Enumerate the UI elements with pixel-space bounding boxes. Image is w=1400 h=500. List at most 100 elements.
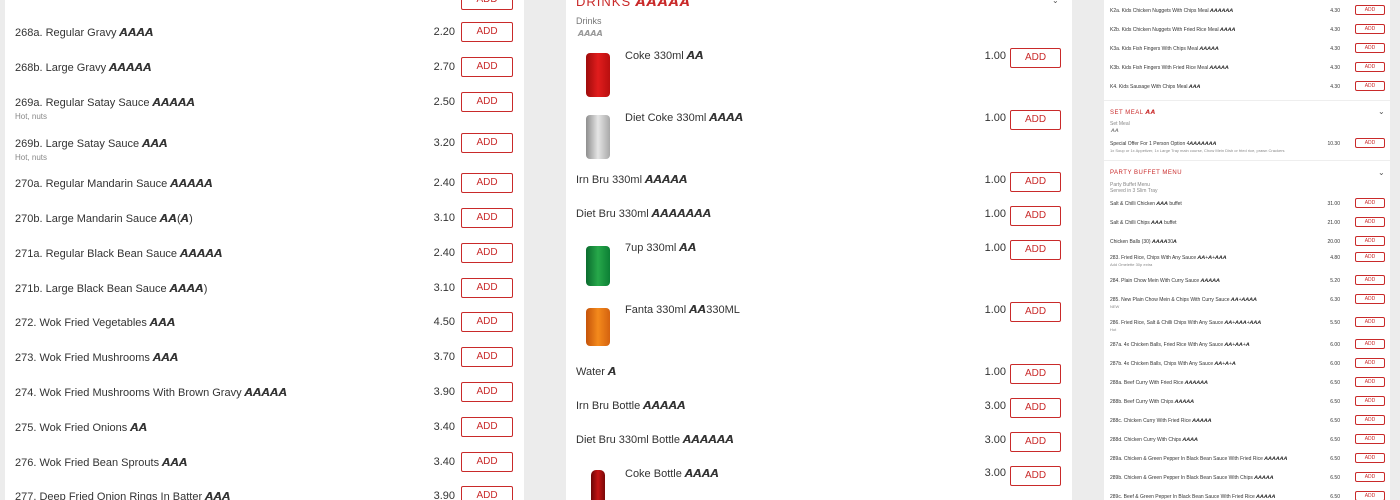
fanta-can-image [586, 308, 610, 346]
add-button[interactable]: ADD [1355, 472, 1385, 482]
add-button[interactable]: ADD [461, 22, 513, 42]
item-price: 3.10 [433, 212, 455, 224]
add-button[interactable]: ADD [1355, 275, 1385, 285]
add-button[interactable]: ADD [1355, 358, 1385, 368]
section-description-alt: 𝘼𝘼 [1111, 128, 1119, 134]
item-price: 6.50 [1330, 475, 1340, 481]
item-price: 10.30 [1327, 141, 1340, 147]
section-title: SET MEAL 𝘼𝘼 [1110, 110, 1156, 116]
add-button[interactable]: ADD [461, 312, 513, 332]
add-button[interactable]: ADD [1355, 491, 1385, 500]
item-name: K2b. Kids Chicken Nuggets With Fried Ric… [1110, 27, 1236, 33]
item-name: K2a. Kids Chicken Nuggets With Chips Mea… [1110, 8, 1234, 14]
section-description-alt: Served in 3 Slim Tray [1110, 188, 1158, 194]
item-price: 3.20 [433, 137, 455, 149]
section-title: DRINKS 𝘼𝘼𝘼𝘼𝘼 [576, 0, 692, 9]
divider [1104, 100, 1390, 101]
item-name: 7up 330ml 𝘼𝘼 [625, 242, 697, 254]
add-button[interactable]: ADD [461, 133, 513, 153]
add-button[interactable]: ADD [1355, 81, 1385, 91]
add-button[interactable]: ADD [1010, 206, 1061, 226]
add-button[interactable]: ADD [461, 452, 513, 472]
add-button[interactable]: ADD [1010, 466, 1061, 486]
add-button[interactable]: ADD [461, 382, 513, 402]
add-button[interactable]: ADD [1355, 396, 1385, 406]
item-price: 6.50 [1330, 494, 1340, 500]
add-button[interactable]: ADD [461, 243, 513, 263]
add-button[interactable]: ADD [1010, 432, 1061, 452]
item-price: 4.30 [1330, 65, 1340, 71]
item-price: 4.30 [1330, 84, 1340, 90]
add-button[interactable]: ADD [1355, 252, 1385, 262]
item-price: 3.00 [984, 434, 1006, 446]
divider [1104, 160, 1390, 161]
menu-panel-kids-setmeal-party: K2a. Kids Chicken Nuggets With Chips Mea… [1104, 0, 1390, 500]
add-button[interactable]: ADD [1010, 364, 1061, 384]
item-price: 6.30 [1330, 297, 1340, 303]
add-button[interactable]: ADD [1010, 398, 1061, 418]
item-name: 268b. Large Gravy 𝘼𝘼𝘼𝘼𝘼 [15, 62, 152, 74]
item-price: 3.10 [433, 282, 455, 294]
add-button[interactable]: ADD [1355, 453, 1385, 463]
add-button[interactable]: ADD [461, 173, 513, 193]
add-button[interactable]: ADD [1355, 339, 1385, 349]
add-button[interactable]: ADD [1010, 240, 1061, 260]
item-name: Coke Bottle 𝘼𝘼𝘼𝘼 [625, 468, 719, 480]
item-name: 287b. 4x Chicken Balls, Chips With Any S… [1110, 361, 1236, 367]
item-name: 285. New Plain Chow Mein & Chips With Cu… [1110, 297, 1258, 303]
add-button[interactable]: ADD [1010, 48, 1061, 68]
add-button[interactable]: ADD [1355, 24, 1385, 34]
add-button[interactable]: ADD [1355, 434, 1385, 444]
item-name: Irn Bru 330ml 𝘼𝘼𝘼𝘼𝘼 [576, 174, 688, 186]
item-name: K4. Kids Sausage With Chips Meal 𝘼𝘼𝘼 [1110, 84, 1201, 90]
add-button[interactable]: ADD [461, 0, 513, 10]
add-button[interactable]: ADD [1355, 43, 1385, 53]
section-description-alt: 𝘼𝘼𝘼𝘼 [578, 29, 603, 38]
diet-coke-can-image [586, 115, 610, 159]
add-button[interactable]: ADD [461, 486, 513, 500]
add-button[interactable]: ADD [461, 417, 513, 437]
coke-bottle-image [591, 470, 605, 500]
add-button[interactable]: ADD [1355, 236, 1385, 246]
item-name: 274. Wok Fried Mushrooms With Brown Grav… [15, 387, 288, 399]
add-button[interactable]: ADD [461, 278, 513, 298]
item-name: Coke 330ml 𝘼𝘼 [625, 50, 704, 62]
add-button[interactable]: ADD [1355, 198, 1385, 208]
add-button[interactable]: ADD [1355, 62, 1385, 72]
item-price: 1.00 [984, 208, 1006, 220]
item-name: 272. Wok Fried Vegetables 𝘼𝘼𝘼 [15, 317, 176, 329]
add-button[interactable]: ADD [1010, 172, 1061, 192]
item-price: 4.30 [1330, 46, 1340, 52]
item-price: 4.50 [433, 316, 455, 328]
add-button[interactable]: ADD [1355, 294, 1385, 304]
item-price: 6.00 [1330, 361, 1340, 367]
add-button[interactable]: ADD [1355, 317, 1385, 327]
add-button[interactable]: ADD [1010, 302, 1061, 322]
add-button[interactable]: ADD [1355, 5, 1385, 15]
add-button[interactable]: ADD [1355, 415, 1385, 425]
item-price: 2.50 [433, 96, 455, 108]
add-button[interactable]: ADD [1010, 110, 1061, 130]
item-price: 6.50 [1330, 456, 1340, 462]
item-price: 5.20 [1330, 278, 1340, 284]
item-name: 284. Plain Chow Mein With Curry Sauce 𝘼𝘼… [1110, 278, 1220, 284]
chevron-down-icon[interactable]: ⌄ [1052, 0, 1059, 5]
add-button[interactable]: ADD [461, 57, 513, 77]
chevron-down-icon[interactable]: ⌄ [1378, 107, 1385, 116]
item-price: 2.40 [433, 177, 455, 189]
add-button[interactable]: ADD [461, 92, 513, 112]
coke-can-image [586, 53, 610, 97]
item-name: Special Offer For 1 Person Option 4𝘼𝘼𝘼𝘼𝘼… [1110, 141, 1217, 147]
item-description: NEW [1110, 304, 1120, 309]
add-button[interactable]: ADD [1355, 138, 1385, 148]
add-button[interactable]: ADD [461, 208, 513, 228]
add-button[interactable]: ADD [1355, 217, 1385, 227]
chevron-down-icon[interactable]: ⌄ [1378, 168, 1385, 177]
add-button[interactable]: ADD [1355, 377, 1385, 387]
item-name: 286. Fried Rice, Salt & Chilli Chips Wit… [1110, 320, 1262, 326]
item-price: 2.40 [433, 247, 455, 259]
item-price: 3.90 [433, 490, 455, 500]
item-price: 3.70 [433, 351, 455, 363]
add-button[interactable]: ADD [461, 347, 513, 367]
item-name: 268a. Regular Gravy 𝘼𝘼𝘼𝘼 [15, 27, 154, 39]
